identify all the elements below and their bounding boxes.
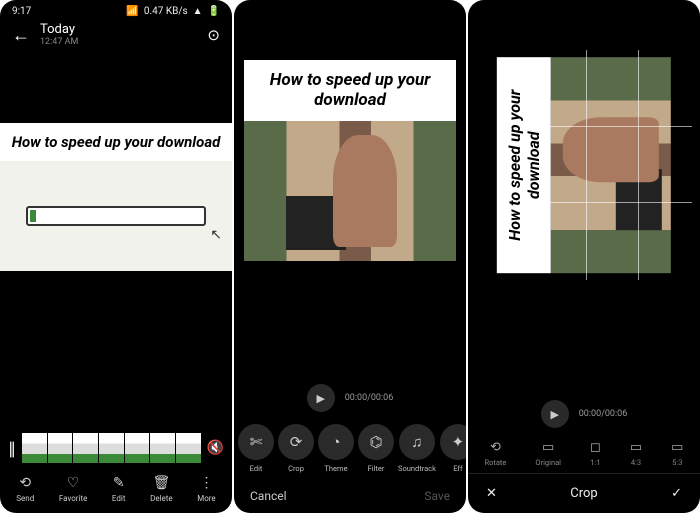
video-caption: How to speed up your download [0, 123, 232, 161]
filter-icon: ⌬ [358, 424, 394, 460]
pause-button[interactable]: ∥ [8, 439, 16, 458]
thumbnail[interactable] [150, 433, 175, 463]
progress-bar-graphic [26, 206, 207, 226]
editor-tool-row: ✄Edit ⟳Crop ◔Theme ⌬Filter ♫Soundtrack ✦… [234, 418, 466, 479]
video-frame [551, 57, 671, 273]
thumbnail[interactable] [22, 433, 47, 463]
cursor-icon: ↖ [210, 227, 222, 243]
crop-preview[interactable]: How to speed up your download [476, 50, 692, 280]
battery-icon: 🔋 [208, 6, 220, 17]
time-indicator: 00:00/00:06 [579, 409, 628, 419]
delete-button[interactable]: 🗑Delete [150, 475, 173, 503]
video-preview[interactable]: How to speed up your download ↖ [0, 123, 232, 271]
rotate-button[interactable]: ⟲Rotate [485, 440, 507, 467]
tool-crop[interactable]: ⟳Crop [278, 424, 314, 473]
theme-icon: ◔ [318, 424, 354, 460]
thumbnail[interactable] [48, 433, 73, 463]
video-frame: ↖ [0, 161, 232, 271]
lens-button[interactable]: ⊙ [207, 26, 220, 44]
tool-theme[interactable]: ◔Theme [318, 424, 354, 473]
rect-icon: ▭ [630, 440, 642, 455]
crop-icon: ⟳ [278, 424, 314, 460]
crop-footer: ✕ Crop ✓ [468, 473, 700, 513]
timeline-controls: ∥ 🔇 [0, 429, 232, 467]
more-button[interactable]: ⋮More [197, 475, 215, 503]
thumbnail[interactable] [99, 433, 124, 463]
crop-rotate-screen: How to speed up your download ▶ 00:00/00… [468, 0, 700, 513]
tool-filter[interactable]: ⌬Filter [358, 424, 394, 473]
rotate-icon: ⟲ [490, 440, 501, 455]
playback-row: ▶ 00:00/00:06 [468, 390, 700, 434]
video-editor-screen: How to speed up your download ▶ 00:00/00… [234, 0, 466, 513]
ratio-1-1[interactable]: ◻1:1 [590, 440, 601, 467]
editor-preview[interactable]: How to speed up your download [244, 60, 456, 261]
video-caption: How to speed up your download [497, 57, 551, 273]
aspect-ratio-row: ⟲Rotate ▭Original ◻1:1 ▭4:3 ▭5:3 [468, 434, 700, 473]
square-icon: ◻ [590, 440, 601, 455]
thumbnail[interactable] [125, 433, 150, 463]
more-icon: ⋮ [199, 475, 213, 491]
mute-button[interactable]: 🔇 [207, 440, 224, 456]
bottom-action-bar: ⟲Send ♡Favorite ✎Edit 🗑Delete ⋮More [0, 467, 232, 513]
status-bar: 9:17 📶 0.47 KB/s ▲ 🔋 [0, 0, 232, 17]
share-icon: ⟲ [19, 475, 31, 491]
tool-effect[interactable]: ✦Eff [440, 424, 466, 473]
play-button[interactable]: ▶ [541, 400, 569, 428]
video-frame [244, 121, 456, 261]
crop-label: Crop [570, 486, 597, 501]
thumbnail[interactable] [73, 433, 98, 463]
send-button[interactable]: ⟲Send [16, 475, 34, 503]
rect-icon: ▭ [671, 440, 683, 455]
header-subtitle: 12:47 AM [40, 37, 78, 47]
thumbnail[interactable] [176, 433, 201, 463]
editor-footer: Cancel Save [234, 479, 466, 513]
tool-soundtrack[interactable]: ♫Soundtrack [398, 424, 436, 473]
video-caption: How to speed up your download [244, 60, 456, 121]
signal-icon: ▲ [193, 6, 203, 17]
back-button[interactable]: ← [12, 25, 40, 46]
ratio-original[interactable]: ▭Original [535, 440, 561, 467]
save-button[interactable]: Save [424, 489, 450, 503]
pencil-icon: ✎ [113, 475, 125, 491]
music-icon: ♫ [399, 424, 435, 460]
ratio-4-3[interactable]: ▭4:3 [630, 440, 642, 467]
heart-icon: ♡ [67, 475, 80, 491]
cancel-button[interactable]: Cancel [250, 489, 287, 503]
person-graphic [563, 117, 659, 182]
header-title: Today [40, 23, 78, 37]
playback-row: ▶ 00:00/00:06 [234, 374, 466, 418]
person-graphic [333, 135, 397, 247]
close-button[interactable]: ✕ [486, 486, 497, 501]
ratio-5-3[interactable]: ▭5:3 [671, 440, 683, 467]
edit-button[interactable]: ✎Edit [112, 475, 126, 503]
effect-icon: ✦ [440, 424, 466, 460]
rect-icon: ▭ [542, 440, 554, 455]
time-indicator: 00:00/00:06 [345, 393, 394, 403]
viewer-header: ← Today 12:47 AM ⊙ [0, 17, 232, 53]
tool-edit[interactable]: ✄Edit [238, 424, 274, 473]
wifi-icon: 📶 [126, 6, 138, 17]
status-time: 9:17 [12, 6, 31, 17]
trash-icon: 🗑 [152, 475, 170, 491]
favorite-button[interactable]: ♡Favorite [59, 475, 87, 503]
timeline-thumbnails[interactable] [22, 433, 201, 463]
net-speed: 0.47 KB/s [144, 6, 188, 17]
status-icons: 📶 0.47 KB/s ▲ 🔋 [126, 6, 220, 17]
scissors-icon: ✄ [238, 424, 274, 460]
gallery-viewer-screen: 9:17 📶 0.47 KB/s ▲ 🔋 ← Today 12:47 AM ⊙ … [0, 0, 232, 513]
play-button[interactable]: ▶ [307, 384, 335, 412]
confirm-button[interactable]: ✓ [671, 486, 682, 501]
